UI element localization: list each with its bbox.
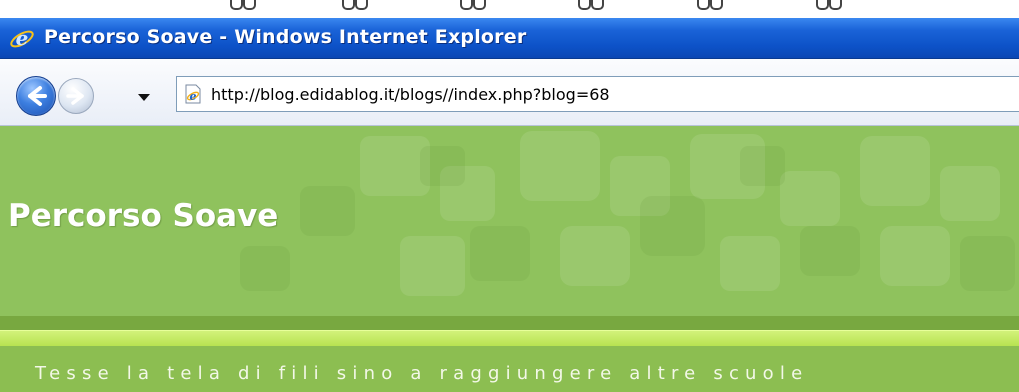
chevron-down-icon[interactable] — [138, 94, 150, 101]
site-title[interactable]: Percorso Soave — [8, 198, 278, 234]
svg-text:e: e — [16, 26, 29, 50]
window-title: Percorso Soave - Windows Internet Explor… — [44, 26, 527, 48]
ornament-strip — [0, 0, 1019, 18]
url-field[interactable]: http://blog.edidablog.it/blogs//index.ph… — [211, 85, 610, 104]
svg-text:e: e — [190, 90, 197, 103]
ie-page-icon: e — [185, 84, 201, 104]
header-highlight-band — [0, 330, 1019, 347]
back-button[interactable] — [16, 76, 56, 116]
ornament-icon — [816, 0, 842, 12]
address-bar[interactable]: e http://blog.edidablog.it/blogs//index.… — [176, 76, 1019, 112]
page-header: Percorso Soave Tesse la tela di fili sin… — [0, 126, 1019, 392]
ornament-icon — [230, 0, 256, 12]
forward-arrow-icon — [66, 87, 84, 105]
ornament-icon — [697, 0, 723, 12]
window-title-bar[interactable]: e Percorso Soave - Windows Internet Expl… — [0, 18, 1019, 59]
ie-logo-icon: e — [10, 26, 34, 50]
ornament-icon — [460, 0, 486, 12]
ornament-icon — [578, 0, 604, 12]
header-divider — [0, 316, 1019, 330]
forward-button[interactable] — [58, 78, 94, 114]
ornament-icon — [342, 0, 368, 12]
site-tagline: Tesse la tela di fili sino a raggiungere… — [35, 363, 809, 384]
back-arrow-icon — [28, 86, 47, 106]
navigation-bar: e http://blog.edidablog.it/blogs//index.… — [0, 59, 1019, 126]
